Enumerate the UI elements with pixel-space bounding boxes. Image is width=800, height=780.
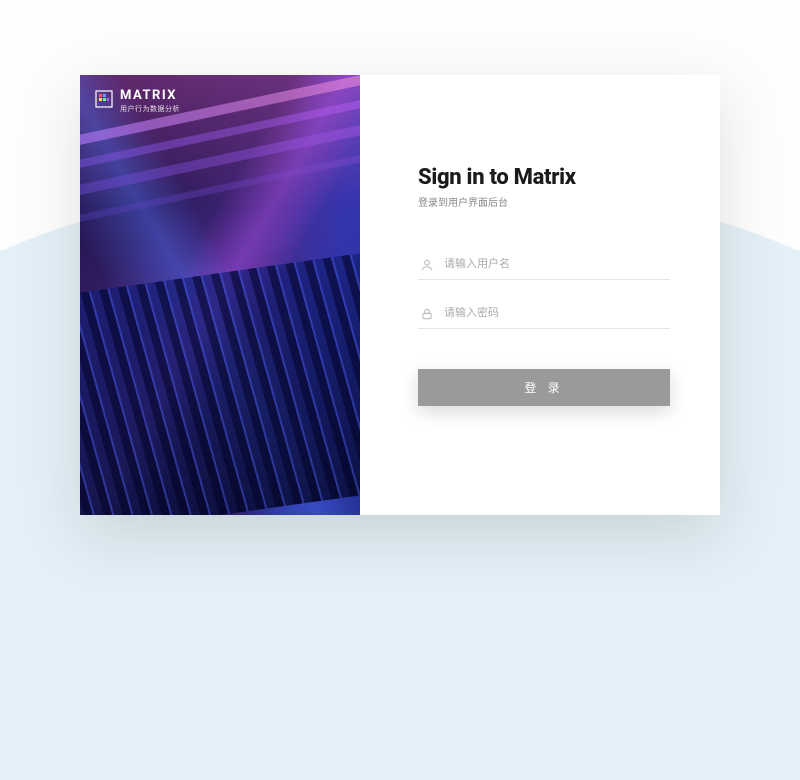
matrix-logo-icon (94, 89, 114, 109)
login-card: MATRIX 用户行为数据分析 Sign in to Matrix 登录到用户界… (80, 75, 720, 515)
password-input[interactable] (444, 307, 668, 319)
brand-tagline: 用户行为数据分析 (120, 104, 180, 114)
login-button[interactable]: 登 录 (418, 369, 670, 406)
page-subtitle: 登录到用户界面后台 (418, 194, 670, 209)
user-icon (420, 257, 434, 271)
password-row (418, 298, 670, 329)
brand-name: MATRIX (120, 89, 180, 102)
login-form: 登 录 (418, 249, 670, 406)
hero-image-panel: MATRIX 用户行为数据分析 (80, 75, 360, 515)
username-input[interactable] (444, 258, 668, 270)
page-title: Sign in to Matrix (418, 165, 670, 190)
brand-logo: MATRIX 用户行为数据分析 (94, 89, 180, 114)
username-row (418, 249, 670, 280)
lock-icon (420, 306, 434, 320)
login-form-panel: Sign in to Matrix 登录到用户界面后台 (360, 75, 720, 515)
